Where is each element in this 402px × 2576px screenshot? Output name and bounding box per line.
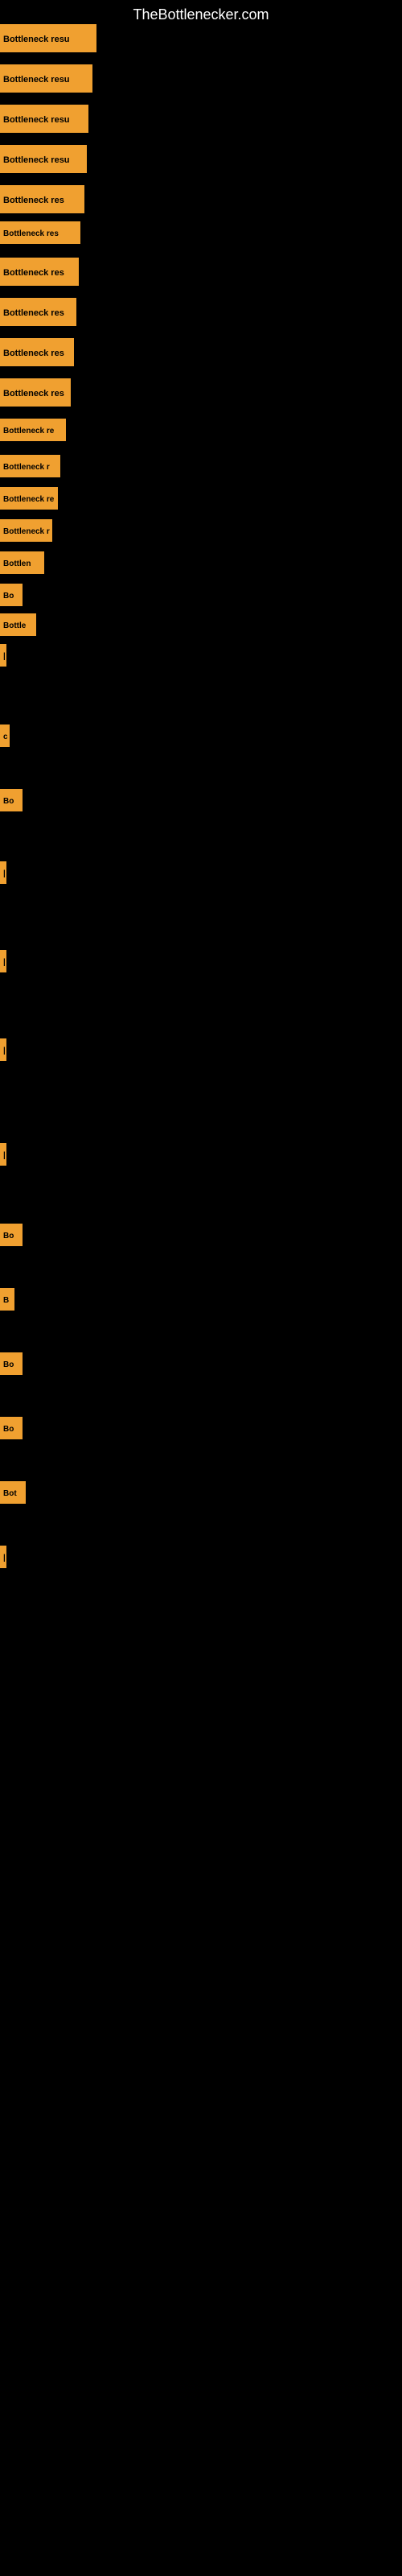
bar-label-2: Bottleneck resu — [0, 64, 92, 93]
bar-label-5: Bottleneck res — [0, 185, 84, 213]
bar-label-19: c — [0, 724, 10, 747]
bar-label-12: Bottleneck r — [0, 455, 60, 477]
bar-label-3: Bottleneck resu — [0, 105, 88, 133]
bar-item-27: Bo — [0, 1352, 23, 1375]
bar-item-22: | — [0, 950, 6, 972]
bar-label-18: | — [0, 644, 6, 667]
bar-label-7: Bottleneck res — [0, 258, 79, 286]
bar-label-14: Bottleneck r — [0, 519, 52, 542]
bar-item-14: Bottleneck r — [0, 519, 52, 542]
bar-item-26: B — [0, 1288, 14, 1311]
bar-label-23: | — [0, 1038, 6, 1061]
bar-item-4: Bottleneck resu — [0, 145, 87, 173]
bar-label-28: Bo — [0, 1417, 23, 1439]
bar-label-21: | — [0, 861, 6, 884]
bar-label-25: Bo — [0, 1224, 23, 1246]
bar-item-29: Bot — [0, 1481, 26, 1504]
bar-label-24: | — [0, 1143, 6, 1166]
bar-item-9: Bottleneck res — [0, 338, 74, 366]
bar-item-10: Bottleneck res — [0, 378, 71, 407]
bar-item-13: Bottleneck re — [0, 487, 58, 510]
bar-item-8: Bottleneck res — [0, 298, 76, 326]
bar-item-21: | — [0, 861, 6, 884]
bar-label-10: Bottleneck res — [0, 378, 71, 407]
bar-item-12: Bottleneck r — [0, 455, 60, 477]
bar-label-26: B — [0, 1288, 14, 1311]
bar-item-15: Bottlen — [0, 551, 44, 574]
bar-label-4: Bottleneck resu — [0, 145, 87, 173]
bar-label-15: Bottlen — [0, 551, 44, 574]
bar-label-9: Bottleneck res — [0, 338, 74, 366]
bar-item-20: Bo — [0, 789, 23, 811]
bar-label-17: Bottle — [0, 613, 36, 636]
bar-label-22: | — [0, 950, 6, 972]
bar-item-16: Bo — [0, 584, 23, 606]
bar-label-11: Bottleneck re — [0, 419, 66, 441]
bar-label-16: Bo — [0, 584, 23, 606]
bar-item-3: Bottleneck resu — [0, 105, 88, 133]
bar-label-6: Bottleneck res — [0, 221, 80, 244]
bar-label-27: Bo — [0, 1352, 23, 1375]
bar-label-20: Bo — [0, 789, 23, 811]
bar-item-28: Bo — [0, 1417, 23, 1439]
bar-item-17: Bottle — [0, 613, 36, 636]
bar-item-24: | — [0, 1143, 6, 1166]
bar-item-1: Bottleneck resu — [0, 24, 96, 52]
bar-item-19: c — [0, 724, 10, 747]
bar-item-25: Bo — [0, 1224, 23, 1246]
bar-item-6: Bottleneck res — [0, 221, 80, 244]
bar-item-30: | — [0, 1546, 6, 1568]
bar-label-1: Bottleneck resu — [0, 24, 96, 52]
bar-item-11: Bottleneck re — [0, 419, 66, 441]
bar-label-13: Bottleneck re — [0, 487, 58, 510]
bar-item-23: | — [0, 1038, 6, 1061]
bar-label-30: | — [0, 1546, 6, 1568]
bar-item-2: Bottleneck resu — [0, 64, 92, 93]
bar-item-5: Bottleneck res — [0, 185, 84, 213]
bar-item-7: Bottleneck res — [0, 258, 79, 286]
bar-item-18: | — [0, 644, 6, 667]
bar-label-29: Bot — [0, 1481, 26, 1504]
bar-label-8: Bottleneck res — [0, 298, 76, 326]
